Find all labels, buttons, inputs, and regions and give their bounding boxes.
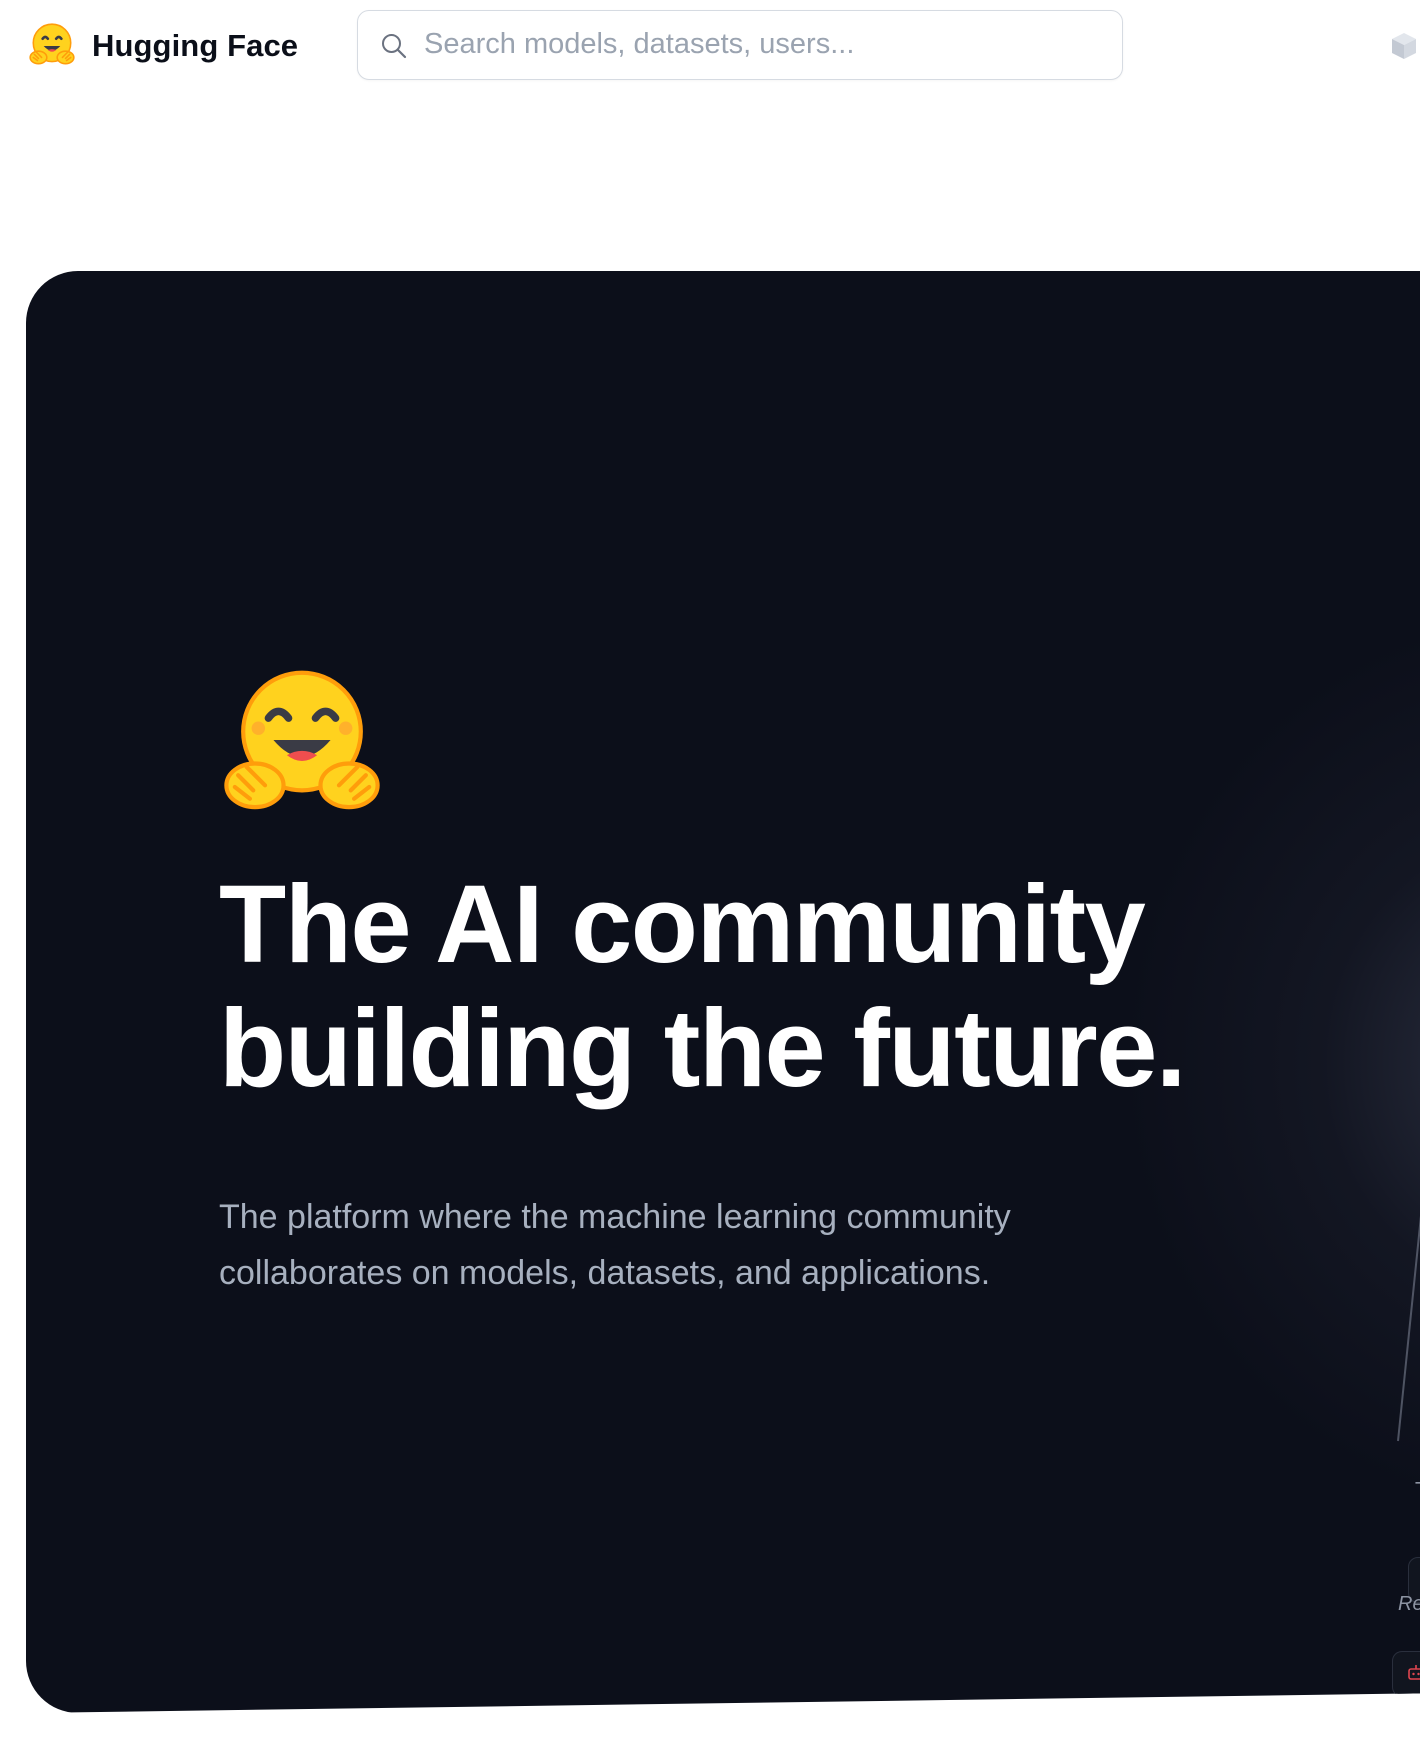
hero-title-line-1: The AI community [219, 863, 1146, 986]
clipped-label-1: T [1415, 1479, 1420, 1502]
hero-subtitle-line-1: The platform where the machine learning … [219, 1198, 1011, 1236]
search-bar[interactable] [357, 10, 1123, 80]
logo-link[interactable]: Hugging Face [26, 20, 298, 72]
brand-name: Hugging Face [92, 28, 299, 63]
hero-title: The AI community building the future. [219, 863, 1186, 1111]
hero-title-line-2: building the future. [219, 987, 1186, 1110]
hero-subtitle: The platform where the machine learning … [219, 1189, 1079, 1301]
site-header: Hugging Face [0, 0, 1420, 96]
search-icon [382, 34, 407, 59]
hugging-face-emoji-icon [224, 670, 380, 810]
hugging-face-logo-icon [29, 23, 75, 65]
cube-icon[interactable] [1388, 30, 1420, 62]
clipped-label-2: Re [1398, 1593, 1420, 1615]
search-input[interactable] [424, 11, 1104, 77]
robot-icon [1408, 1665, 1420, 1680]
hero-section: The AI community building the future. Th… [26, 271, 1420, 1713]
hero-subtitle-line-2: collaborates on models, datasets, and ap… [219, 1254, 991, 1292]
